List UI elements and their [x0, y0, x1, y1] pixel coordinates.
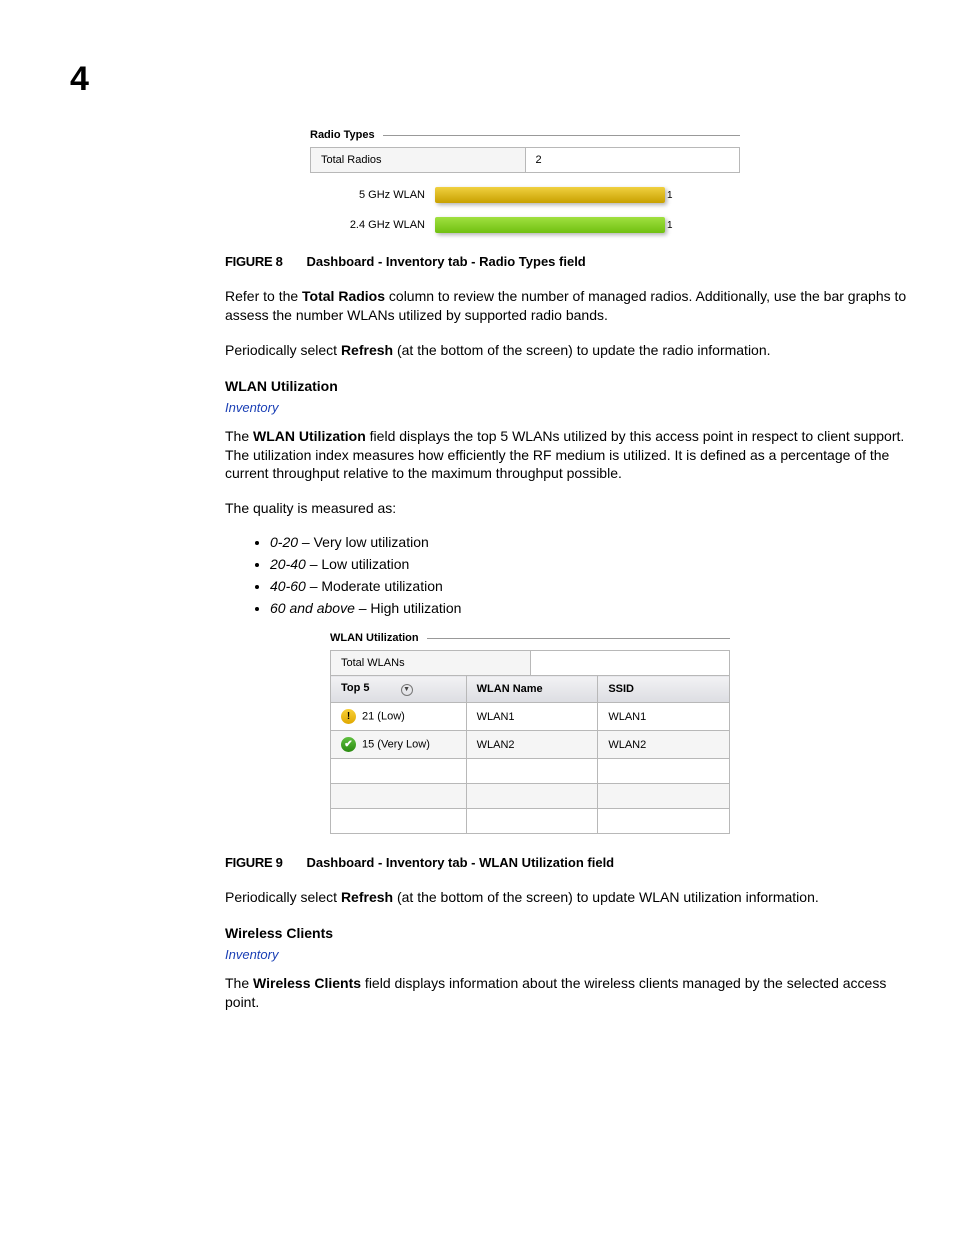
bar-row-5ghz: 5 GHz WLAN 1	[310, 187, 740, 203]
text: (at the bottom of the screen) to update …	[393, 889, 819, 905]
bar-value: 1	[667, 220, 673, 231]
list-item: 60 and above – High utilization	[270, 600, 914, 616]
bar-row-24ghz: 2.4 GHz WLAN 1	[310, 217, 740, 233]
paragraph: The Wireless Clients field displays info…	[225, 974, 914, 1012]
text: (at the bottom of the screen) to update …	[393, 342, 770, 358]
text: The	[225, 975, 253, 991]
wlan-util-title: WLAN Utilization	[330, 632, 730, 644]
text: Refer to the	[225, 288, 302, 304]
table-row	[331, 759, 730, 784]
total-radios-label: Total Radios	[311, 148, 526, 173]
bold-text: Wireless Clients	[253, 975, 361, 991]
bold-text: Refresh	[341, 889, 393, 905]
figure8-label: FIGURE 8	[225, 254, 283, 269]
inventory-link[interactable]: Inventory	[225, 400, 914, 415]
inventory-link[interactable]: Inventory	[225, 947, 914, 962]
range: 20-40	[270, 556, 306, 572]
wireless-clients-heading: Wireless Clients	[225, 925, 914, 941]
figure9-box: WLAN Utilization Total WLANs Top 5 ▼ WLA…	[330, 632, 730, 834]
cell-top5: ! 21 (Low)	[331, 703, 467, 731]
col-ssid[interactable]: SSID	[598, 676, 730, 703]
desc: – Very low utilization	[298, 534, 429, 550]
check-icon: ✔	[341, 737, 356, 752]
sort-desc-icon[interactable]: ▼	[401, 684, 413, 696]
figure9-label: FIGURE 9	[225, 855, 283, 870]
cell-ssid: WLAN1	[598, 703, 730, 731]
desc: – Moderate utilization	[306, 578, 443, 594]
quality-list: 0-20 – Very low utilization 20-40 – Low …	[270, 534, 914, 616]
col-top5[interactable]: Top 5 ▼	[331, 676, 467, 703]
cell-wlan: WLAN1	[466, 703, 598, 731]
text: Periodically select	[225, 342, 341, 358]
bold-text: Refresh	[341, 342, 393, 358]
desc: – High utilization	[355, 600, 462, 616]
range: 60 and above	[270, 600, 355, 616]
paragraph: Refer to the Total Radios column to revi…	[225, 287, 914, 325]
bar-value: 1	[667, 190, 673, 201]
cell-wlan: WLAN2	[466, 731, 598, 759]
cell-top5: ✔ 15 (Very Low)	[331, 731, 467, 759]
bold-text: WLAN Utilization	[253, 428, 366, 444]
list-item: 40-60 – Moderate utilization	[270, 578, 914, 594]
header-text: Top 5	[341, 682, 370, 694]
desc: – Low utilization	[306, 556, 410, 572]
bold-text: Total Radios	[302, 288, 385, 304]
text: The	[225, 428, 253, 444]
paragraph: Periodically select Refresh (at the bott…	[225, 888, 914, 907]
table-row	[331, 784, 730, 809]
divider	[427, 638, 730, 639]
paragraph: The quality is measured as:	[225, 499, 914, 518]
table-row: ✔ 15 (Very Low) WLAN2 WLAN2	[331, 731, 730, 759]
figure9-caption: FIGURE 9 Dashboard - Inventory tab - WLA…	[225, 854, 914, 870]
paragraph: Periodically select Refresh (at the bott…	[225, 341, 914, 360]
range: 0-20	[270, 534, 298, 550]
wlan-util-label: WLAN Utilization	[330, 632, 419, 644]
warning-icon: !	[341, 709, 356, 724]
chapter-number: 4	[70, 60, 914, 99]
cell-text: 15 (Very Low)	[362, 739, 430, 751]
cell-text: 21 (Low)	[362, 711, 405, 723]
bar-label: 2.4 GHz WLAN	[310, 219, 435, 231]
radio-types-table: Total Radios 2	[310, 147, 740, 173]
divider	[383, 135, 740, 136]
figure8-text: Dashboard - Inventory tab - Radio Types …	[306, 254, 585, 269]
radio-types-title: Radio Types	[310, 129, 740, 141]
bar-label: 5 GHz WLAN	[310, 189, 435, 201]
table-row: ! 21 (Low) WLAN1 WLAN1	[331, 703, 730, 731]
cell-ssid: WLAN2	[598, 731, 730, 759]
bar-5ghz	[435, 187, 665, 203]
col-wlan[interactable]: WLAN Name	[466, 676, 598, 703]
figure8-caption: FIGURE 8 Dashboard - Inventory tab - Rad…	[225, 253, 914, 269]
figure8-box: Radio Types Total Radios 2 5 GHz WLAN 1 …	[310, 129, 740, 233]
total-wlans-label: Total WLANs	[331, 651, 531, 676]
list-item: 0-20 – Very low utilization	[270, 534, 914, 550]
bar-24ghz	[435, 217, 665, 233]
table-row	[331, 809, 730, 834]
total-radios-value: 2	[525, 148, 740, 173]
radio-types-label: Radio Types	[310, 129, 375, 141]
list-item: 20-40 – Low utilization	[270, 556, 914, 572]
text: Periodically select	[225, 889, 341, 905]
range: 40-60	[270, 578, 306, 594]
figure9-text: Dashboard - Inventory tab - WLAN Utiliza…	[306, 855, 614, 870]
wlan-table: Top 5 ▼ WLAN Name SSID ! 21 (Low) WLAN1 W…	[330, 675, 730, 834]
total-wlans-value	[530, 651, 730, 676]
wlan-util-table: Total WLANs	[330, 650, 730, 676]
paragraph: The WLAN Utilization field displays the …	[225, 427, 914, 484]
wlan-utilization-heading: WLAN Utilization	[225, 378, 914, 394]
